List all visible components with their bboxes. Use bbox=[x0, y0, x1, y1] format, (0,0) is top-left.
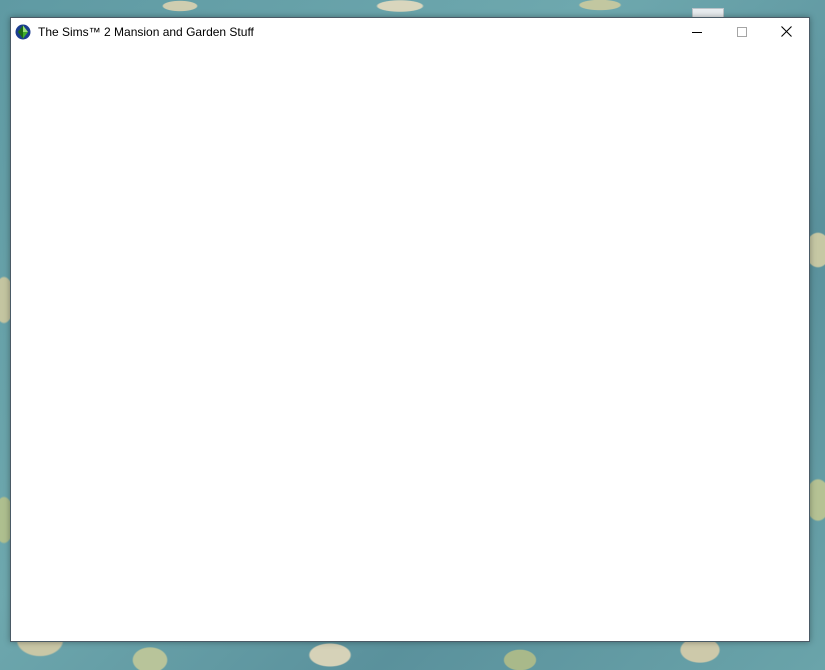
close-icon bbox=[781, 26, 792, 37]
app-window: The Sims™ 2 Mansion and Garden Stuff bbox=[10, 17, 810, 642]
window-controls bbox=[674, 18, 809, 45]
minimize-icon bbox=[691, 31, 702, 33]
minimize-button[interactable] bbox=[674, 18, 719, 45]
title-bar[interactable]: The Sims™ 2 Mansion and Garden Stuff bbox=[11, 18, 809, 45]
maximize-icon bbox=[736, 26, 747, 37]
maximize-button[interactable] bbox=[719, 18, 764, 45]
window-client-area[interactable] bbox=[11, 45, 809, 641]
close-button[interactable] bbox=[764, 18, 809, 45]
window-title: The Sims™ 2 Mansion and Garden Stuff bbox=[38, 24, 254, 39]
sims-plumbob-icon[interactable] bbox=[14, 23, 32, 41]
